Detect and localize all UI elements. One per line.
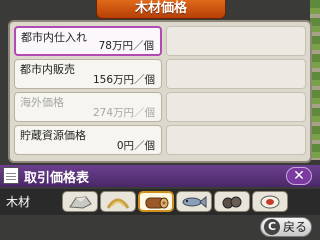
fish-icon: [182, 195, 207, 209]
empty-slot: [166, 125, 306, 155]
price-panel: 都市内仕入れ 78万円／個 都市内販売 156万円／個 海外価格 274万円／個…: [8, 20, 312, 163]
row-value: 78万円／個: [98, 40, 154, 52]
row-label: 貯蔵資源価格: [20, 129, 86, 142]
tab-ore[interactable]: [214, 191, 250, 212]
stone-icon: [69, 196, 92, 209]
price-row-overseas: 海外価格 274万円／個: [14, 92, 162, 122]
tab-food[interactable]: [252, 191, 288, 212]
price-table-titlebar: 取引価格表 ✕: [0, 165, 320, 187]
price-row-purchase[interactable]: 都市内仕入れ 78万円／個: [14, 26, 162, 56]
row-label: 海外価格: [20, 96, 64, 109]
page-title: 木材価格: [96, 0, 226, 19]
wood-log-icon: [145, 197, 169, 209]
grain-icon: [106, 198, 130, 209]
price-row-sell[interactable]: 都市内販売 156万円／個: [14, 59, 162, 89]
resource-tabbar: 木材: [0, 189, 320, 215]
empty-slot: [166, 26, 306, 56]
row-value: 274万円／個: [92, 107, 155, 119]
c-button-icon: C: [264, 219, 280, 235]
tab-stone[interactable]: [62, 191, 98, 212]
tab-wood[interactable]: [138, 191, 174, 212]
row-label: 都市内仕入れ: [21, 31, 87, 44]
empty-slot: [166, 59, 306, 89]
back-button-label: 戻る: [283, 220, 308, 234]
ore-icon: [222, 196, 242, 209]
tab-grain[interactable]: [100, 191, 136, 212]
close-button[interactable]: ✕: [286, 167, 312, 185]
document-icon: [3, 167, 19, 184]
tab-fish[interactable]: [176, 191, 212, 212]
category-label: 木材: [6, 195, 31, 209]
row-label: 都市内販売: [20, 63, 75, 76]
back-button[interactable]: C 戻る: [260, 217, 312, 237]
price-row-storage[interactable]: 貯蔵資源価格 0円／個: [14, 125, 162, 155]
food-icon: [260, 195, 280, 209]
row-value: 156万円／個: [92, 74, 155, 86]
row-value: 0円／個: [116, 140, 155, 152]
titlebar-title: 取引価格表: [24, 171, 90, 186]
close-x-icon: ✕: [293, 168, 305, 184]
empty-slot: [166, 92, 306, 122]
